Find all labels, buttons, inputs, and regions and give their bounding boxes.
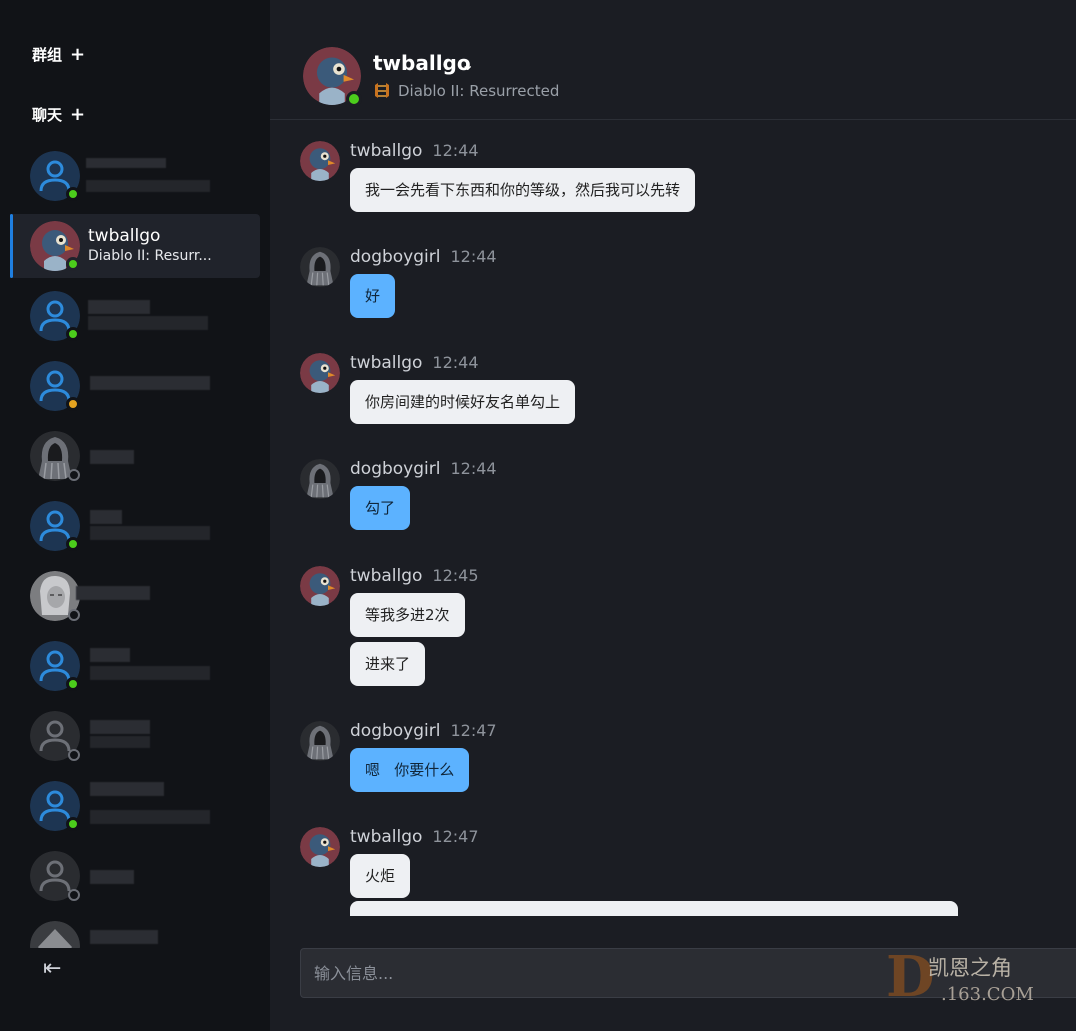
- contact-item[interactable]: [10, 564, 260, 628]
- redacted-name: [90, 648, 130, 662]
- chats-header[interactable]: 聊天 +: [32, 104, 85, 125]
- online-status-dot: [346, 91, 362, 107]
- redacted-name: [76, 586, 150, 600]
- chat-partner-name[interactable]: twballgo: [373, 51, 471, 75]
- online-status-dot: [66, 327, 80, 341]
- message-bubble[interactable]: 进来了: [350, 642, 426, 686]
- author-name: dogboygirl: [350, 247, 441, 267]
- message-time: 12:45: [432, 566, 479, 585]
- contact-item[interactable]: [10, 284, 260, 348]
- puffin-avatar[interactable]: [300, 566, 340, 606]
- online-status-dot: [66, 817, 80, 831]
- puffin-avatar[interactable]: [300, 141, 340, 181]
- offline-status-dot: [68, 749, 80, 761]
- contact-game-status: Diablo II: Resurr...: [88, 248, 212, 264]
- redacted-status: [90, 526, 210, 540]
- contact-item[interactable]: [10, 774, 260, 838]
- contact-name: twballgo: [88, 226, 161, 246]
- contact-item[interactable]: [10, 844, 260, 908]
- redacted-status: [90, 666, 210, 680]
- chat-header: twballgo ⌄ Diablo II: Resurrected: [270, 0, 1076, 120]
- offline-status-dot: [68, 469, 80, 481]
- author-name: dogboygirl: [350, 721, 441, 741]
- dark-creature-avatar: [30, 921, 80, 948]
- watermark-text: 凯恩之角: [928, 956, 1012, 980]
- redacted-status: [88, 316, 208, 330]
- message-author: dogboygirl 12:44: [350, 247, 497, 267]
- puffin-avatar[interactable]: [300, 353, 340, 393]
- author-name: dogboygirl: [350, 459, 441, 479]
- watermark-domain: .163.COM: [941, 984, 1034, 1005]
- redacted-name: [90, 510, 122, 524]
- redacted-name: [90, 870, 134, 884]
- offline-status-dot: [68, 609, 80, 621]
- add-group-icon[interactable]: +: [70, 45, 85, 64]
- contact-item[interactable]: [10, 914, 260, 948]
- chat-partner-game: Diablo II: Resurrected: [398, 82, 560, 100]
- offline-status-dot: [68, 889, 80, 901]
- hooded-figure-avatar[interactable]: [300, 247, 340, 287]
- message-bubble[interactable]: 你房间建的时候好友名单勾上: [350, 380, 576, 424]
- online-status-dot: [66, 187, 80, 201]
- message-time: 12:47: [432, 827, 479, 846]
- contact-item-twballgo[interactable]: twballgo Diablo II: Resurr...: [10, 214, 260, 278]
- author-name: twballgo: [350, 566, 423, 586]
- online-status-dot: [66, 257, 80, 271]
- message-author: twballgo 12:47: [350, 827, 479, 847]
- message-bubble[interactable]: 等我多进2次: [350, 593, 465, 637]
- online-status-dot: [66, 677, 80, 691]
- message-author: dogboygirl 12:47: [350, 721, 497, 741]
- chats-label: 聊天: [32, 106, 63, 124]
- contact-item[interactable]: [10, 354, 260, 418]
- redacted-status: [90, 810, 210, 824]
- message-time: 12:44: [432, 141, 479, 160]
- message-author: twballgo 12:45: [350, 566, 479, 586]
- message-time: 12:44: [450, 459, 497, 478]
- sidebar: 群组 + 聊天 + twballgo Diablo II: Resurr...: [0, 0, 270, 1031]
- redacted-name: [90, 930, 158, 944]
- message-bubble[interactable]: 好: [350, 274, 396, 318]
- redacted-name: [90, 782, 164, 796]
- message-bubble[interactable]: 勾了: [350, 486, 411, 530]
- message-author: dogboygirl 12:44: [350, 459, 497, 479]
- groups-header[interactable]: 群组 +: [32, 44, 85, 65]
- diablo-game-icon: [373, 82, 391, 100]
- author-name: twballgo: [350, 353, 423, 373]
- groups-label: 群组: [32, 46, 63, 64]
- redacted-status: [90, 736, 150, 748]
- add-chat-icon[interactable]: +: [70, 105, 85, 124]
- online-status-dot: [66, 537, 80, 551]
- message-time: 12:44: [432, 353, 479, 372]
- redacted-status: [86, 180, 210, 192]
- away-status-dot: [66, 397, 80, 411]
- contact-item[interactable]: [10, 634, 260, 698]
- redacted-name: [90, 450, 134, 464]
- collapse-sidebar-icon[interactable]: ⇤: [43, 956, 61, 981]
- message-bubble[interactable]: 嗯 你要什么: [350, 748, 470, 792]
- message-bubble-partial[interactable]: [350, 901, 958, 916]
- message-time: 12:44: [450, 247, 497, 266]
- contact-item[interactable]: [10, 144, 260, 208]
- message-bubble[interactable]: 火炬: [350, 854, 411, 898]
- site-watermark-logo: D 凯恩之角 .163.COM: [886, 944, 1056, 1010]
- redacted-name: [90, 720, 150, 734]
- message-time: 12:47: [450, 721, 497, 740]
- contact-item[interactable]: [10, 494, 260, 558]
- message-list[interactable]: twballgo 12:44 我一会先看下东西和你的等级，然后我可以先转 dogb…: [270, 121, 1076, 916]
- author-name: twballgo: [350, 827, 423, 847]
- puffin-avatar[interactable]: [300, 827, 340, 867]
- hooded-figure-avatar[interactable]: [300, 459, 340, 499]
- author-name: twballgo: [350, 141, 423, 161]
- message-author: twballgo 12:44: [350, 141, 479, 161]
- message-author: twballgo 12:44: [350, 353, 479, 373]
- redacted-name: [86, 158, 166, 168]
- message-bubble[interactable]: 我一会先看下东西和你的等级，然后我可以先转: [350, 168, 696, 212]
- hooded-figure-avatar[interactable]: [300, 721, 340, 761]
- contact-item[interactable]: [10, 704, 260, 768]
- contact-item[interactable]: [10, 424, 260, 488]
- chevron-down-icon[interactable]: ⌄: [461, 55, 474, 74]
- redacted-name: [88, 300, 150, 314]
- redacted-name: [90, 376, 210, 390]
